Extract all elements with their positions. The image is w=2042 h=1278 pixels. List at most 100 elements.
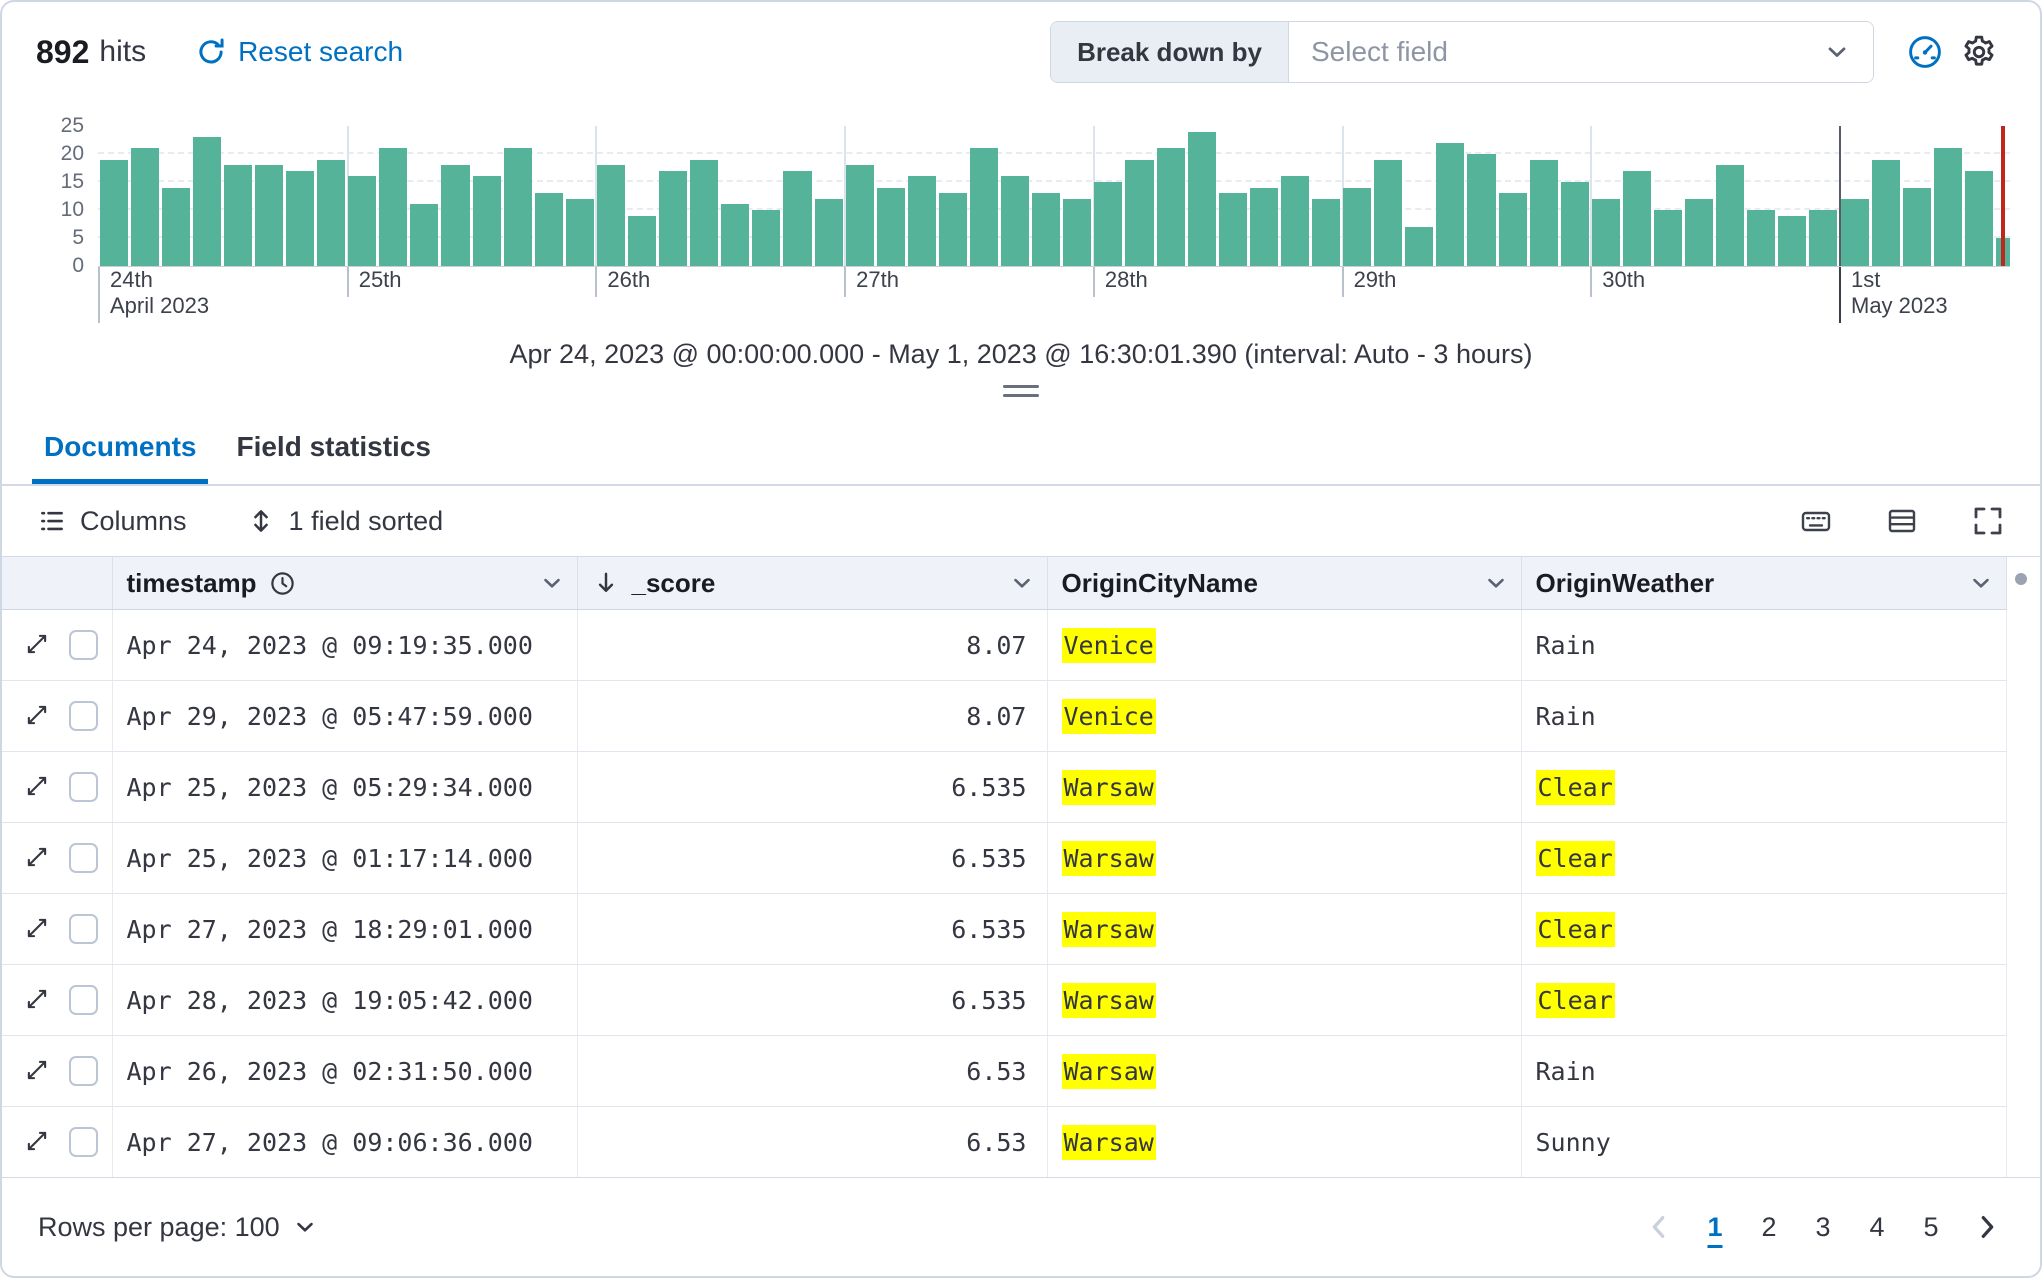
edit-visualization-button[interactable] bbox=[1898, 25, 1952, 79]
histogram-bar bbox=[410, 204, 439, 266]
histogram-bar bbox=[379, 148, 408, 266]
header-timestamp[interactable]: timestamp bbox=[112, 557, 578, 610]
header-score[interactable]: _score bbox=[577, 557, 1048, 610]
previous-page-button[interactable] bbox=[1636, 1204, 1682, 1250]
page-button-5[interactable]: 5 bbox=[1904, 1200, 1958, 1254]
histogram-bar bbox=[1374, 159, 1403, 266]
row-checkbox[interactable] bbox=[68, 914, 98, 944]
next-page-button[interactable] bbox=[1964, 1204, 2010, 1250]
histogram-bar bbox=[690, 159, 719, 266]
tab-field-statistics[interactable]: Field statistics bbox=[224, 409, 443, 484]
expand-icon bbox=[28, 918, 47, 938]
sort-descending-icon bbox=[598, 572, 613, 592]
page-button-1[interactable]: 1 bbox=[1688, 1200, 1742, 1254]
origin-weather-cell: Clear bbox=[1521, 822, 2007, 894]
expand-row-button[interactable] bbox=[24, 986, 51, 1014]
histogram-bar bbox=[1218, 193, 1247, 266]
x-axis-label: 30th bbox=[1590, 267, 1645, 297]
reset-search-button[interactable]: Reset search bbox=[190, 35, 409, 69]
row-checkbox[interactable] bbox=[68, 630, 98, 660]
origin-city-cell: Warsaw bbox=[1047, 964, 1522, 1036]
top-bar: 892 hits Reset search Break down by Sele… bbox=[2, 2, 2040, 102]
page-button-3[interactable]: 3 bbox=[1796, 1200, 1850, 1254]
score-cell: 8.07 bbox=[577, 609, 1048, 681]
row-checkbox[interactable] bbox=[68, 985, 98, 1015]
header-origin-city[interactable]: OriginCityName bbox=[1047, 557, 1522, 610]
expand-row-button[interactable] bbox=[24, 844, 51, 872]
histogram-bar bbox=[472, 176, 501, 266]
chart-options-button[interactable] bbox=[1952, 25, 2006, 79]
chart-resize-handle[interactable] bbox=[1003, 385, 1039, 397]
row-checkbox[interactable] bbox=[68, 1127, 98, 1157]
row-checkbox[interactable] bbox=[68, 772, 98, 802]
x-axis-label: 26th bbox=[595, 267, 650, 297]
header-origin-weather[interactable]: OriginWeather bbox=[1521, 557, 2007, 610]
origin-weather-value: Rain bbox=[1535, 630, 1596, 660]
origin-city-value: Warsaw bbox=[1061, 769, 1156, 805]
histogram-bar bbox=[1405, 226, 1434, 266]
page-button-2[interactable]: 2 bbox=[1742, 1200, 1796, 1254]
header-origin-city-label: OriginCityName bbox=[1061, 567, 1259, 598]
columns-button[interactable]: Columns bbox=[32, 505, 193, 538]
row-checkbox[interactable] bbox=[68, 701, 98, 731]
tab-bar: Documents Field statistics bbox=[2, 409, 2040, 486]
histogram-bar bbox=[970, 148, 999, 266]
row-checkbox[interactable] bbox=[68, 1056, 98, 1086]
chevron-down-icon[interactable] bbox=[1968, 570, 1994, 596]
x-axis: 24th April 2023 25th 26th 27th 28th 29th 30th 1s… bbox=[98, 267, 2010, 329]
histogram-bar bbox=[348, 176, 377, 266]
page-button-4[interactable]: 4 bbox=[1850, 1200, 1904, 1254]
expand-row-button[interactable] bbox=[24, 1057, 51, 1085]
gear-icon bbox=[1964, 35, 1994, 66]
origin-weather-value: Sunny bbox=[1535, 1127, 1611, 1157]
chevron-down-icon[interactable] bbox=[1009, 570, 1035, 596]
expand-icon bbox=[28, 1060, 47, 1080]
expand-row-button[interactable] bbox=[24, 631, 51, 659]
expand-icon bbox=[28, 705, 47, 725]
histogram-bar bbox=[1747, 210, 1776, 266]
histogram-bar bbox=[1343, 187, 1372, 266]
origin-weather-value: Rain bbox=[1535, 1056, 1596, 1086]
field-sorted-button[interactable]: 1 field sorted bbox=[241, 505, 450, 538]
histogram-bar bbox=[1187, 131, 1216, 266]
expand-row-button[interactable] bbox=[24, 1128, 51, 1156]
origin-weather-value: Clear bbox=[1535, 982, 1615, 1018]
row-checkbox[interactable] bbox=[68, 843, 98, 873]
histogram-bar bbox=[1778, 215, 1807, 266]
expand-row-button[interactable] bbox=[24, 702, 51, 730]
vertical-scrollbar-thumb[interactable] bbox=[2015, 573, 2027, 585]
y-axis-label: 0 bbox=[72, 254, 84, 277]
histogram-bar bbox=[1467, 154, 1496, 266]
hits-count: 892 bbox=[36, 33, 90, 70]
rows-per-page-button[interactable]: Rows per page: 100 bbox=[32, 1211, 324, 1244]
histogram-bar bbox=[534, 193, 563, 266]
histogram-plot[interactable] bbox=[98, 126, 2010, 267]
histogram-bar bbox=[1716, 165, 1745, 266]
chevron-down-icon[interactable] bbox=[1483, 570, 1509, 596]
chevron-down-icon[interactable] bbox=[539, 570, 565, 596]
score-cell: 6.535 bbox=[577, 822, 1048, 894]
edit-visualization-icon bbox=[1909, 36, 1941, 68]
break-down-by-label: Break down by bbox=[1051, 22, 1289, 82]
expand-row-button[interactable] bbox=[24, 773, 51, 801]
expand-row-button[interactable] bbox=[24, 915, 51, 943]
score-cell: 6.535 bbox=[577, 893, 1048, 965]
x-axis-label: 24th April 2023 bbox=[98, 267, 209, 323]
fullscreen-button[interactable] bbox=[1966, 499, 2010, 543]
display-options-button[interactable] bbox=[1880, 499, 1924, 543]
header-origin-weather-label: OriginWeather bbox=[1535, 567, 1715, 598]
tab-documents[interactable]: Documents bbox=[32, 409, 209, 484]
documents-table: timestamp _score OriginCityName OriginWe… bbox=[2, 557, 2007, 1177]
header-controls bbox=[2, 557, 113, 610]
histogram-bar bbox=[1001, 176, 1030, 266]
sort-fields-icon bbox=[253, 510, 268, 532]
hits-label: hits bbox=[99, 35, 147, 68]
histogram-bar bbox=[721, 204, 750, 266]
chevron-left-icon bbox=[1652, 1216, 1665, 1238]
origin-city-value: Warsaw bbox=[1061, 911, 1156, 947]
keyboard-shortcuts-button[interactable] bbox=[1794, 499, 1838, 543]
grid-footer: Rows per page: 100 12345 bbox=[2, 1177, 2040, 1276]
origin-weather-cell: Rain bbox=[1521, 680, 2007, 752]
break-down-field-select[interactable]: Select field bbox=[1289, 22, 1873, 82]
histogram-bar bbox=[783, 170, 812, 266]
